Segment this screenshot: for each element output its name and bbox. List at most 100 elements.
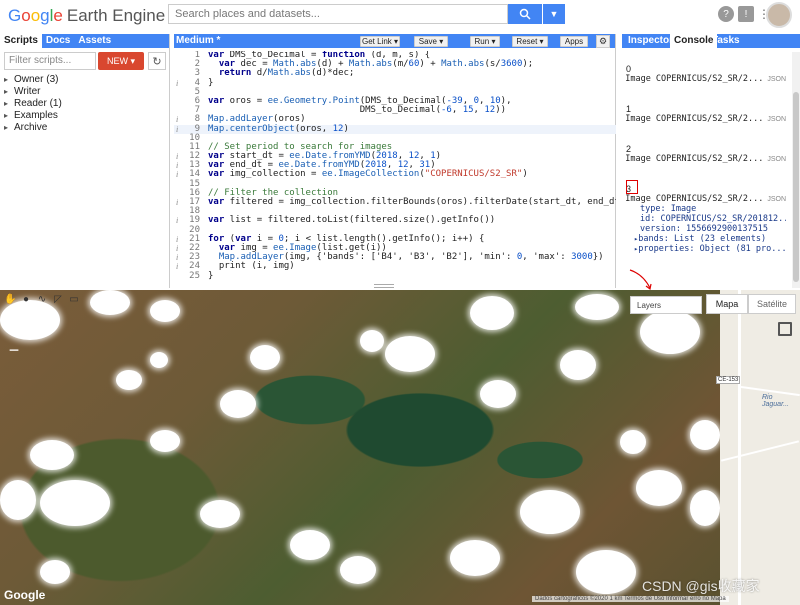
console-scrollbar[interactable]	[792, 52, 800, 288]
point-icon[interactable]: ●	[20, 294, 32, 306]
code-line[interactable]: i 17 var filtered = img_collection.filterB…	[174, 197, 616, 207]
dropdown-icon: ▼	[549, 9, 559, 19]
json-link[interactable]: JSON	[767, 76, 786, 83]
code-text: var list = filtered.toList(filtered.size…	[208, 215, 496, 226]
script-title[interactable]: Medium *	[176, 35, 220, 46]
cloud	[340, 556, 376, 584]
map-type-satellite[interactable]: Satélite	[748, 294, 796, 314]
tree-item-archive[interactable]: ▸ Archive	[4, 122, 62, 134]
json-link[interactable]: JSON	[767, 196, 786, 203]
new-button[interactable]: NEW ▾	[98, 52, 144, 70]
fullscreen-icon[interactable]	[778, 322, 792, 336]
code-area[interactable]: 1 var DMS_to_Decimal = function (d, m, s)…	[174, 51, 616, 287]
resize-handle[interactable]	[374, 284, 394, 288]
tree-item-label: Owner	[14, 74, 44, 85]
tab-scripts[interactable]: Scripts	[0, 34, 42, 48]
line-icon[interactable]: ∿	[36, 294, 48, 306]
zoom-in-button[interactable]: +	[4, 320, 24, 340]
dropdown-icon: ▾	[130, 55, 136, 66]
avatar[interactable]	[766, 2, 792, 28]
map-attribution[interactable]: Dados cartográficos ©2020 1 km Termos de…	[532, 596, 729, 602]
annotation-highlight-box	[626, 180, 638, 194]
cloud	[640, 310, 700, 354]
code-text: var filtered = img_collection.filterBoun…	[208, 197, 616, 207]
cloud	[0, 480, 36, 520]
search-button[interactable]	[508, 4, 542, 24]
drawing-toolbar: ✋ ● ∿ ◸ ▭	[4, 294, 80, 306]
search-dropdown-button[interactable]: ▼	[543, 4, 565, 24]
tab-tasks[interactable]: Tasks	[708, 34, 744, 48]
cloud	[636, 470, 682, 506]
code-text: }	[208, 270, 214, 281]
prop-properties[interactable]: ▸properties: Object (81 pro...	[634, 244, 786, 254]
base-map	[720, 290, 800, 605]
get-link-button[interactable]: Get Link ▾	[360, 36, 400, 47]
tree-item-label: Reader	[14, 98, 47, 109]
expand-arrow-icon: ▸	[4, 99, 9, 108]
json-link[interactable]: JSON	[767, 156, 786, 163]
gear-icon[interactable]: ⚙	[596, 35, 610, 48]
prop-properties-text: properties: Object (81 pro...	[638, 244, 786, 254]
tree-item-owner[interactable]: ▸ Owner (3)	[4, 74, 62, 86]
tree-item-examples[interactable]: ▸ Examples	[4, 110, 62, 122]
earth-engine-logo[interactable]: Google Earth Engine	[8, 6, 165, 26]
tree-item-count: (3)	[46, 74, 59, 85]
cloud	[560, 350, 596, 380]
apps-label: Apps	[564, 37, 584, 46]
prop-bands[interactable]: ▸bands: List (23 elements)	[634, 234, 786, 244]
map-type-mapa[interactable]: Mapa	[706, 294, 748, 314]
cloud	[360, 330, 384, 352]
map-view[interactable]: CE-153 Rio Jaguar... ✋ ● ∿ ◸ ▭ + − Layer…	[0, 290, 800, 605]
console-entry: 0 ▸Image COPERNICUS/S2_SR/2... JSON	[626, 64, 786, 84]
code-line[interactable]: i 24 print (i, img)	[174, 262, 616, 272]
scroll-thumb[interactable]	[793, 92, 799, 282]
entry-summary-text: Image COPERNICUS/S2_SR/2...	[626, 74, 764, 84]
tab-assets[interactable]: Assets	[74, 34, 115, 48]
tree-item-writer[interactable]: ▸ Writer	[4, 86, 62, 98]
code-line[interactable]: i 4}	[174, 77, 616, 88]
help-icon[interactable]: ?	[718, 6, 734, 22]
entry-summary-text: Image COPERNICUS/S2_SR/2...	[626, 114, 764, 124]
code-editor-panel: Medium * Get Link ▾ Save ▾ Run ▾ Reset ▾…	[174, 34, 616, 288]
zoom-out-button[interactable]: −	[4, 340, 24, 360]
reset-button[interactable]: Reset ▾	[512, 36, 548, 47]
code-line[interactable]: i 9 Map.centerObject(oros, 12)	[174, 124, 616, 134]
cloud	[480, 380, 516, 408]
filter-row: Filter scripts... NEW ▾ ↻	[4, 52, 168, 70]
code-text: }	[208, 77, 214, 88]
code-text: var img_collection = ee.ImageCollection(…	[208, 169, 528, 180]
hand-icon[interactable]: ✋	[4, 294, 16, 306]
code-line[interactable]: i 14 var img_collection = ee.ImageCollecti…	[174, 169, 616, 180]
feedback-icon[interactable]: !	[738, 6, 754, 22]
layers-button[interactable]: Layers	[630, 296, 702, 314]
scripts-panel: Scripts Docs Assets Filter scripts... NE…	[0, 34, 170, 288]
console-entry: 1 ▸Image COPERNICUS/S2_SR/2... JSON	[626, 104, 786, 124]
rectangle-icon[interactable]: ▭	[68, 294, 80, 306]
expand-arrow-icon: ▸	[4, 111, 9, 120]
entry-summary[interactable]: ▸Image COPERNICUS/S2_SR/2...	[626, 74, 786, 84]
filter-scripts-input[interactable]: Filter scripts...	[4, 52, 96, 70]
entry-summary[interactable]: ▾Image COPERNICUS/S2_SR/2...	[626, 194, 786, 204]
cloud	[470, 296, 514, 330]
code-line[interactable]: 25}	[174, 270, 616, 281]
entry-summary[interactable]: ▸Image COPERNICUS/S2_SR/2...	[626, 114, 786, 124]
watermark: CSDN @gis收藏家	[642, 578, 760, 594]
cloud	[40, 480, 110, 526]
run-button[interactable]: Run ▾	[470, 36, 500, 47]
entry-summary[interactable]: ▸Image COPERNICUS/S2_SR/2...	[626, 154, 786, 164]
save-button[interactable]: Save ▾	[414, 36, 448, 47]
polygon-icon[interactable]: ◸	[52, 294, 64, 306]
tree-item-reader[interactable]: ▸ Reader (1)	[4, 98, 62, 110]
cloud	[576, 550, 636, 594]
code-line[interactable]: i 19 var list = filtered.toList(filtered.s…	[174, 215, 616, 226]
script-tree: ▸ Owner (3) ▸ Writer ▸ Reader (1) ▸ Examples…	[4, 74, 62, 134]
search-input[interactable]: Search places and datasets...	[168, 4, 508, 24]
json-link[interactable]: JSON	[767, 116, 786, 123]
refresh-icon[interactable]: ↻	[148, 52, 166, 70]
expand-arrow-icon: ▸	[4, 123, 9, 132]
code-line[interactable]: 3 return d/Math.abs(d)*dec;	[174, 69, 616, 78]
run-label: Run	[474, 37, 490, 46]
road	[738, 290, 741, 605]
apps-button[interactable]: Apps	[560, 36, 588, 47]
tab-docs[interactable]: Docs	[42, 34, 74, 48]
